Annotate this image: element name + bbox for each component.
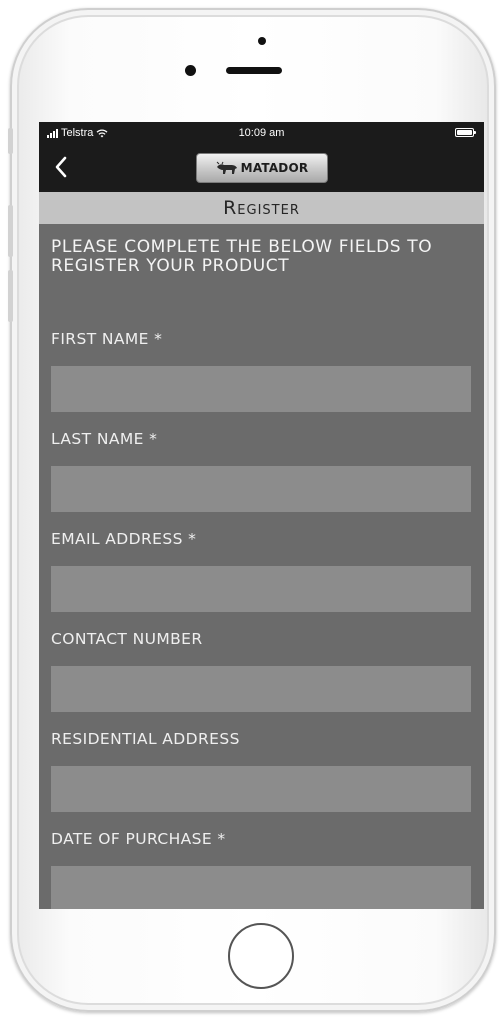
earpiece-speaker [226,67,282,74]
form-instructions: PLEASE COMPLETE THE BELOW FIELDS TO REGI… [51,237,433,276]
contact-number-input[interactable] [51,666,471,712]
residential-address-input[interactable] [51,766,471,812]
email-address-input[interactable] [51,566,471,612]
brand-logo: MATADOR [196,153,328,183]
last-name-input[interactable] [51,466,471,512]
first-name-input[interactable] [51,366,471,412]
battery-icon [455,128,476,137]
front-camera [185,65,196,76]
contact-number-label: CONTACT NUMBER [51,630,203,648]
email-address-label: EMAIL ADDRESS * [51,530,197,548]
volume-down-button [8,270,13,322]
mute-switch [8,128,13,154]
volume-up-button [8,205,13,257]
chevron-left-icon[interactable] [49,152,73,182]
brand-name: MATADOR [240,161,309,175]
first-name-label: FIRST NAME * [51,330,163,348]
status-bar: Telstra 10:09 am [39,122,484,144]
bull-icon [216,161,237,174]
registration-form: PLEASE COMPLETE THE BELOW FIELDS TO REGI… [51,224,472,909]
nav-bar: MATADOR [39,144,484,192]
page-title: Register [39,192,484,224]
date-of-purchase-input[interactable] [51,866,471,909]
last-name-label: LAST NAME * [51,430,158,448]
residential-address-label: RESIDENTIAL ADDRESS [51,730,240,748]
date-of-purchase-label: DATE OF PURCHASE * [51,830,226,848]
proximity-sensor [258,37,266,45]
home-button[interactable] [228,923,294,989]
app-screen: Telstra 10:09 am MATADOR Register PLEASE… [39,122,484,909]
status-time: 10:09 am [238,127,285,139]
